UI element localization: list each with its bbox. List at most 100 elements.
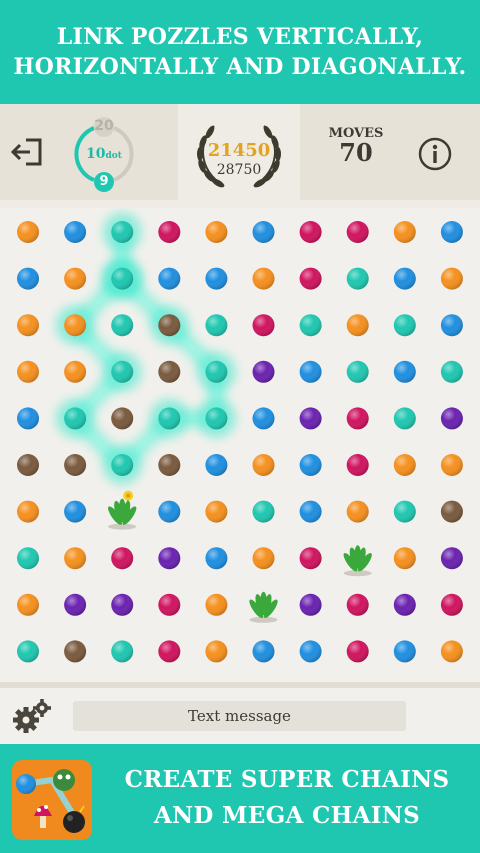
dot-magenta[interactable] bbox=[158, 640, 181, 663]
exit-button[interactable] bbox=[10, 134, 46, 170]
dot-orange[interactable] bbox=[17, 593, 39, 616]
dot-teal[interactable] bbox=[111, 314, 134, 337]
dot-blue[interactable] bbox=[299, 454, 322, 476]
dot-teal[interactable] bbox=[17, 547, 39, 570]
dot-brown[interactable] bbox=[158, 314, 181, 337]
dot-teal[interactable] bbox=[440, 360, 463, 383]
dot-orange[interactable] bbox=[64, 547, 87, 570]
dot-purple[interactable] bbox=[158, 547, 181, 570]
game-board[interactable] bbox=[0, 208, 480, 682]
dot-magenta[interactable] bbox=[346, 640, 369, 663]
dot-orange[interactable] bbox=[205, 640, 228, 663]
dot-teal[interactable] bbox=[111, 640, 134, 663]
dot-teal[interactable] bbox=[111, 267, 134, 290]
dot-orange[interactable] bbox=[346, 500, 369, 523]
dot-brown[interactable] bbox=[64, 454, 87, 476]
dot-magenta[interactable] bbox=[299, 221, 322, 243]
dot-orange[interactable] bbox=[440, 454, 463, 476]
dot-orange[interactable] bbox=[205, 500, 228, 523]
dot-teal[interactable] bbox=[64, 407, 87, 430]
dot-orange[interactable] bbox=[346, 314, 369, 337]
dot-teal[interactable] bbox=[393, 314, 416, 337]
dot-blue[interactable] bbox=[252, 407, 275, 430]
dot-purple[interactable] bbox=[440, 547, 463, 570]
dot-teal[interactable] bbox=[346, 267, 369, 290]
dot-orange[interactable] bbox=[252, 547, 275, 570]
dot-blue[interactable] bbox=[17, 407, 39, 430]
info-button[interactable] bbox=[417, 136, 453, 172]
dot-orange[interactable] bbox=[205, 221, 228, 243]
dot-blue[interactable] bbox=[205, 267, 228, 290]
dot-teal[interactable] bbox=[346, 360, 369, 383]
dot-teal[interactable] bbox=[252, 500, 275, 523]
dot-orange[interactable] bbox=[64, 314, 87, 337]
dot-purple[interactable] bbox=[393, 593, 416, 616]
dot-blue[interactable] bbox=[299, 360, 322, 383]
dot-blue[interactable] bbox=[440, 221, 463, 243]
dots-layer[interactable] bbox=[17, 221, 463, 663]
dot-teal[interactable] bbox=[111, 360, 134, 383]
dot-orange[interactable] bbox=[440, 267, 463, 290]
dot-grid[interactable] bbox=[0, 208, 480, 682]
dot-blue[interactable] bbox=[205, 454, 228, 476]
dot-orange[interactable] bbox=[252, 454, 275, 476]
dot-magenta[interactable] bbox=[299, 547, 322, 570]
dot-orange[interactable] bbox=[393, 547, 416, 570]
dot-brown[interactable] bbox=[111, 407, 134, 430]
dot-magenta[interactable] bbox=[252, 314, 275, 337]
dot-blue[interactable] bbox=[64, 221, 87, 243]
dot-purple[interactable] bbox=[440, 407, 463, 430]
settings-button[interactable] bbox=[10, 696, 54, 736]
dot-magenta[interactable] bbox=[346, 454, 369, 476]
dot-blue[interactable] bbox=[205, 547, 228, 570]
dot-purple[interactable] bbox=[299, 407, 322, 430]
dot-blue[interactable] bbox=[299, 500, 322, 523]
dot-teal[interactable] bbox=[299, 314, 322, 337]
dot-purple[interactable] bbox=[252, 360, 275, 383]
dot-orange[interactable] bbox=[393, 454, 416, 476]
dot-magenta[interactable] bbox=[158, 221, 181, 243]
dot-teal[interactable] bbox=[158, 407, 181, 430]
dot-magenta[interactable] bbox=[440, 593, 463, 616]
dot-orange[interactable] bbox=[393, 221, 416, 243]
dot-brown[interactable] bbox=[158, 360, 181, 383]
dot-brown[interactable] bbox=[64, 640, 87, 663]
dot-magenta[interactable] bbox=[346, 593, 369, 616]
dot-blue[interactable] bbox=[158, 267, 181, 290]
dot-blue[interactable] bbox=[299, 640, 322, 663]
text-message-field[interactable]: Text message bbox=[73, 701, 406, 731]
dot-brown[interactable] bbox=[158, 454, 181, 476]
dot-teal[interactable] bbox=[17, 640, 39, 663]
dot-orange[interactable] bbox=[17, 360, 39, 383]
dot-magenta[interactable] bbox=[346, 221, 369, 243]
dot-purple[interactable] bbox=[299, 593, 322, 616]
dot-orange[interactable] bbox=[17, 314, 39, 337]
dot-blue[interactable] bbox=[393, 267, 416, 290]
dot-blue[interactable] bbox=[252, 640, 275, 663]
dot-orange[interactable] bbox=[17, 221, 39, 243]
dot-blue[interactable] bbox=[393, 640, 416, 663]
dot-blue[interactable] bbox=[440, 314, 463, 337]
dot-purple[interactable] bbox=[111, 593, 134, 616]
dot-magenta[interactable] bbox=[346, 407, 369, 430]
dot-brown[interactable] bbox=[440, 500, 463, 523]
dot-blue[interactable] bbox=[158, 500, 181, 523]
dot-teal[interactable] bbox=[205, 407, 228, 430]
dot-orange[interactable] bbox=[440, 640, 463, 663]
dot-purple[interactable] bbox=[64, 593, 87, 616]
dot-brown[interactable] bbox=[17, 454, 39, 476]
dot-teal[interactable] bbox=[205, 360, 228, 383]
dot-magenta[interactable] bbox=[299, 267, 322, 290]
dot-teal[interactable] bbox=[393, 407, 416, 430]
dot-orange[interactable] bbox=[205, 593, 228, 616]
dot-blue[interactable] bbox=[252, 221, 275, 243]
dot-blue[interactable] bbox=[17, 267, 39, 290]
dot-orange[interactable] bbox=[17, 500, 39, 523]
dot-teal[interactable] bbox=[111, 454, 134, 476]
dot-blue[interactable] bbox=[393, 360, 416, 383]
dot-magenta[interactable] bbox=[158, 593, 181, 616]
dot-orange[interactable] bbox=[64, 267, 87, 290]
dot-blue[interactable] bbox=[64, 500, 87, 523]
dot-orange[interactable] bbox=[64, 360, 87, 383]
dot-teal[interactable] bbox=[205, 314, 228, 337]
